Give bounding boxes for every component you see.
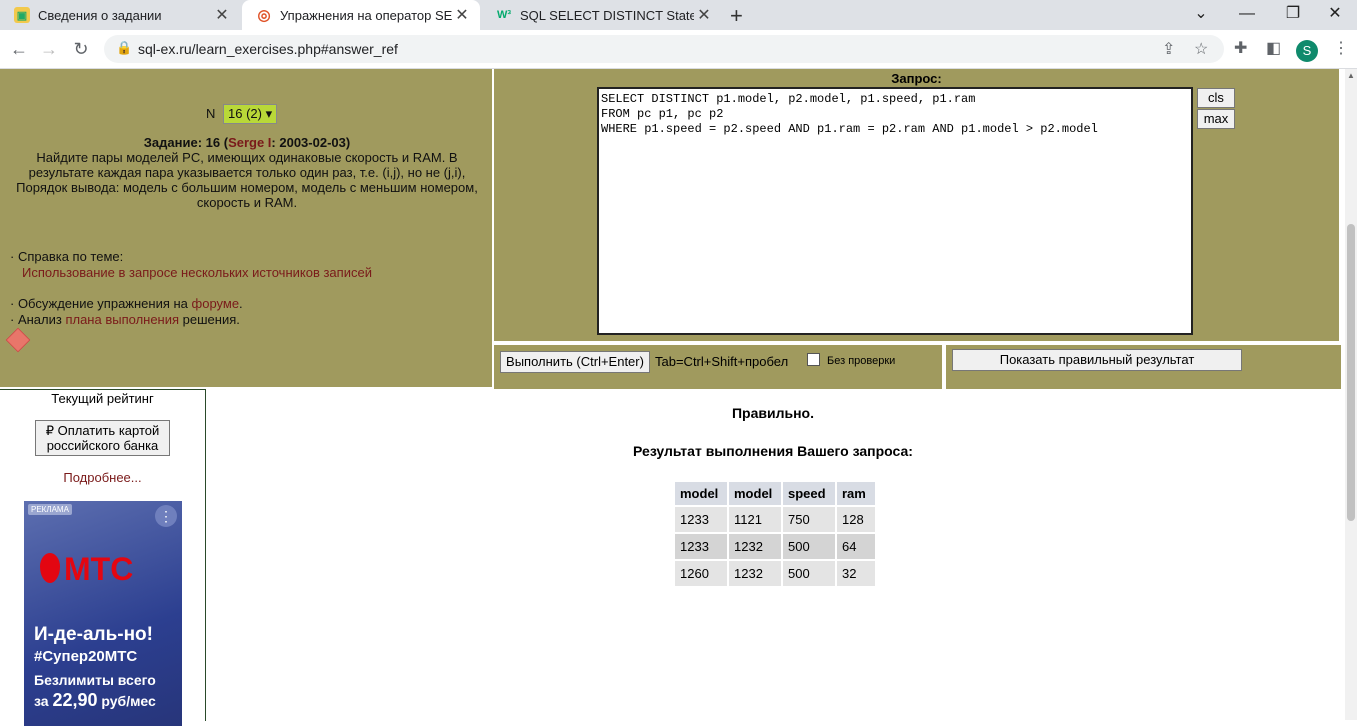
mts-egg-icon	[40, 553, 60, 583]
column-header: model	[729, 482, 781, 505]
status-message: Правильно.	[731, 405, 814, 421]
omnibox[interactable]: 🔒 sql-ex.ru/learn_exercises.php#answer_r…	[104, 35, 1224, 63]
table-cell: 1233	[675, 534, 727, 559]
max-button[interactable]: max	[1197, 109, 1235, 129]
forum-link[interactable]: форуме	[192, 296, 240, 311]
table-cell: 1121	[729, 507, 781, 532]
tab-search-icon[interactable]: ⌄	[1178, 0, 1224, 30]
w3schools-favicon: W³	[496, 9, 512, 21]
page: N 16 (2) ▾ Задание: 16 (Serge I: 2003-02…	[0, 69, 1345, 726]
tab-title: Сведения о задании	[38, 7, 162, 23]
close-icon[interactable]: ✕	[212, 5, 232, 25]
bookmark-star-icon[interactable]: ☆	[1194, 39, 1208, 59]
nocheck-label: Без проверки	[827, 355, 896, 367]
show-correct-result-button[interactable]: Показать правильный результат	[952, 349, 1242, 371]
profile-avatar[interactable]: S	[1296, 40, 1318, 62]
close-icon[interactable]: ✕	[452, 5, 472, 25]
table-cell: 32	[837, 561, 875, 586]
scrollbar-thumb[interactable]	[1347, 224, 1355, 521]
side-panel-icon[interactable]: ◧	[1266, 38, 1281, 58]
help-topic-link[interactable]: Использование в запросе нескольких источ…	[22, 265, 372, 280]
table-row: 1260 1232 500 32	[675, 561, 875, 586]
ad-line2: #Супер20МТС	[34, 648, 138, 665]
sidebar: Текущий рейтинг ₽ Оплатить картой россий…	[0, 389, 206, 726]
table-cell: 1232	[729, 561, 781, 586]
share-icon[interactable]: ⇪	[1162, 39, 1175, 59]
ad-line4: за 22,90 руб/мес	[34, 690, 156, 710]
ad-line3: Безлимиты всего	[34, 672, 156, 688]
ad-badge: РЕКЛАМА	[28, 504, 72, 515]
task-description: Задание: 16 (Serge I: 2003-02-03) Найдит…	[8, 135, 486, 210]
close-window-icon[interactable]: ✕	[1312, 0, 1357, 30]
url-text[interactable]: sql-ex.ru/learn_exercises.php#answer_ref	[138, 41, 398, 57]
table-cell: 500	[783, 534, 835, 559]
extensions-icon[interactable]: ✚	[1234, 38, 1247, 58]
exercise-select[interactable]: 16 (2) ▾	[223, 104, 278, 124]
show-result-panel: Показать правильный результат	[944, 343, 1341, 389]
help-links: · Справка по теме: Использование в запро…	[10, 249, 372, 327]
ad-line1: И-де-аль-но!	[34, 624, 153, 645]
table-row: 1233 1121 750 128	[675, 507, 875, 532]
execute-button[interactable]: Выполнить (Ctrl+Enter)	[500, 351, 650, 373]
advertisement[interactable]: РЕКЛАМА ⋮ МТС И-де-аль-но! #Супер20МТС Б…	[24, 501, 182, 726]
cls-button[interactable]: cls	[1197, 88, 1235, 108]
table-cell: 1233	[675, 507, 727, 532]
scroll-up-icon[interactable]: ▲	[1347, 71, 1355, 80]
minimize-icon[interactable]: —	[1224, 0, 1270, 30]
query-label: Запрос:	[891, 71, 942, 86]
reload-icon[interactable]: ↻	[68, 36, 94, 62]
address-bar: ← → ↻ 🔒 sql-ex.ru/learn_exercises.php#an…	[0, 30, 1357, 69]
tab-title: Упражнения на оператор SELECT	[280, 7, 452, 23]
sqlex-favicon: ◎	[257, 7, 271, 24]
tab-w3schools[interactable]: W³ SQL SELECT DISTINCT Statement ✕	[482, 0, 722, 30]
forward-icon[interactable]: →	[36, 36, 62, 62]
tab-bar: ▣ Сведения о задании ✕ ◎ Упражнения на о…	[0, 0, 1357, 30]
query-panel: Запрос: SELECT DISTINCT p1.model, p2.mod…	[494, 69, 1339, 341]
tab-task-info[interactable]: ▣ Сведения о задании ✕	[0, 0, 240, 30]
more-link[interactable]: Подробнее...	[0, 470, 205, 485]
page-scrollbar[interactable]: ▲	[1345, 69, 1357, 720]
task-author[interactable]: Serge I	[228, 135, 271, 150]
lock-icon: 🔒	[116, 40, 133, 55]
new-tab-icon[interactable]: +	[730, 3, 743, 29]
result-heading: Результат выполнения Вашего запроса:	[633, 443, 913, 459]
table-cell: 128	[837, 507, 875, 532]
restore-icon[interactable]: ❐	[1270, 0, 1316, 30]
exercise-selector: N 16 (2) ▾	[206, 104, 278, 124]
nocheck-checkbox[interactable]	[807, 353, 820, 366]
task-title: Задание: 16 (Serge I: 2003-02-03)	[143, 135, 351, 150]
back-icon[interactable]: ←	[6, 36, 32, 62]
tab-hint: Tab=Ctrl+Shift+пробел	[655, 354, 789, 369]
task-text: Найдите пары моделей PC, имеющих одинако…	[16, 150, 478, 210]
column-header: ram	[837, 482, 875, 505]
n-label: N	[206, 106, 216, 121]
execute-panel: Выполнить (Ctrl+Enter) Tab=Ctrl+Shift+пр…	[494, 343, 942, 389]
table-cell: 500	[783, 561, 835, 586]
more-options-icon[interactable]: ⋮	[155, 505, 177, 527]
tab-title: SQL SELECT DISTINCT Statement	[520, 7, 694, 23]
query-textarea[interactable]: SELECT DISTINCT p1.model, p2.model, p1.s…	[597, 87, 1193, 335]
help-label: · Справка по теме:	[10, 249, 124, 264]
table-header-row: model model speed ram	[675, 482, 875, 505]
column-header: speed	[783, 482, 835, 505]
table-cell: 64	[837, 534, 875, 559]
table-row: 1233 1232 500 64	[675, 534, 875, 559]
warning-icon[interactable]	[5, 327, 31, 353]
table-cell: 1260	[675, 561, 727, 586]
task-panel: N 16 (2) ▾ Задание: 16 (Serge I: 2003-02…	[0, 69, 494, 387]
rating-label: Текущий рейтинг	[51, 391, 154, 406]
plan-link[interactable]: плана выполнения	[65, 312, 179, 327]
task-favicon: ▣	[14, 7, 30, 23]
tab-exercises[interactable]: ◎ Упражнения на оператор SELECT ✕	[242, 0, 480, 30]
result-table: model model speed ram 1233 1121 750 128 …	[673, 480, 877, 588]
table-cell: 750	[783, 507, 835, 532]
close-icon[interactable]: ✕	[694, 5, 714, 25]
pay-card-button[interactable]: ₽ Оплатить картой российского банка	[35, 420, 170, 456]
menu-icon[interactable]: ⋮	[1333, 38, 1349, 58]
ad-brand: МТС	[64, 551, 134, 587]
column-header: model	[675, 482, 727, 505]
table-cell: 1232	[729, 534, 781, 559]
